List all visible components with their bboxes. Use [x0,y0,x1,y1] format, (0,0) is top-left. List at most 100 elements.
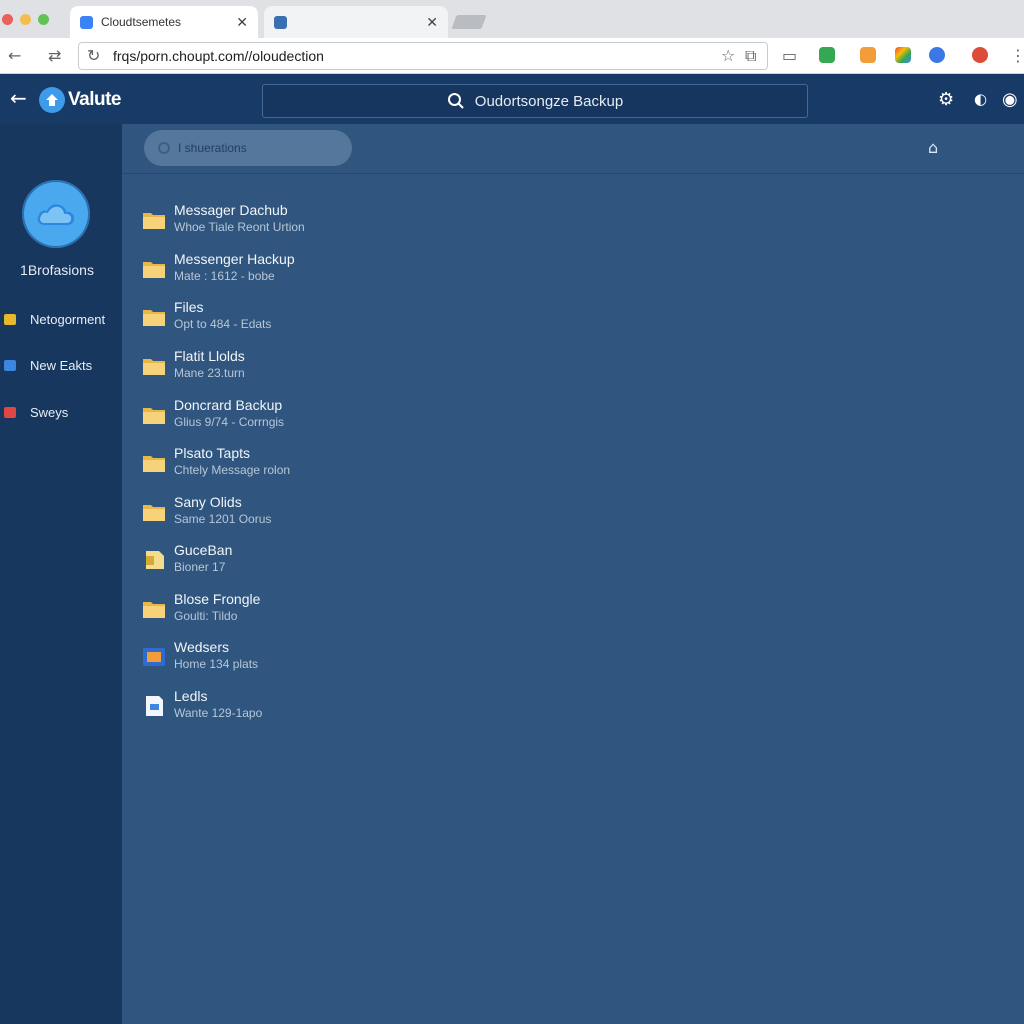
app-logo-icon [39,87,65,113]
address-bar-url: frqs/porn.choupt.com//oloudection [113,48,324,64]
file-meta: Chtely Message rolon [174,463,291,477]
blue-extension-icon[interactable] [929,47,945,63]
close-tab-icon[interactable]: ✕ [426,14,438,31]
sweys-icon [4,406,16,418]
file-row[interactable]: Plsato Tapts Chtely Message rolon [142,445,482,485]
folder-icon [143,602,165,618]
new-tab-button[interactable] [451,15,487,29]
address-bar[interactable]: ↻ frqs/porn.choupt.com//oloudection ☆ ⧉ [78,42,768,70]
filter-icon [158,142,170,154]
file-row[interactable]: Files Opt to 484 - Edats [142,299,482,339]
file-meta: Wante 129-1apo [174,706,263,720]
file-row[interactable]: Ledls Wante 129-1apo [142,688,482,728]
file-meta: Mate : 1612 - bobe [174,269,275,283]
app-search-bar[interactable]: Oudortsongze Backup [262,84,808,118]
site-favicon-icon [80,15,93,29]
file-name: GuceBan [174,542,233,558]
document-icon [146,551,164,569]
file-row[interactable]: Blose Frongle Goulti: Tildo [142,591,482,631]
netogorment-icon [4,313,16,325]
browser-tab-active[interactable]: Cloudtsemetes ✕ [70,6,258,38]
file-meta: Whoe Tiale Reont Urtion [174,220,305,234]
file-name: Doncrard Backup [174,397,283,413]
sidebar-title: 1Brofasions [20,262,94,278]
file-icon [146,696,163,716]
app-brand-name: Valute [68,89,121,110]
folder-icon [143,408,165,424]
folder-icon [143,310,165,326]
back-icon[interactable]: ← [8,46,21,65]
sidebar-item-label: Netogorment [30,311,106,327]
maximize-window-button[interactable] [38,14,49,25]
account-icon[interactable]: ◉ [1002,89,1018,110]
forward-icon[interactable]: ⇄ [48,46,61,65]
minimize-window-button[interactable] [20,14,31,25]
settings-gear-icon[interactable]: ⚙ [938,89,954,110]
green-extension-icon[interactable] [819,47,835,63]
file-meta: Home 134 plats [174,657,259,671]
file-row[interactable]: Flatit Llolds Mane 23.turn [142,348,482,388]
browser-tab[interactable]: ✕ [264,6,448,38]
sidebar-item-new-eakts[interactable]: New Eakts [4,354,122,376]
search-icon [447,93,464,109]
back-arrow-icon[interactable]: ← [10,86,27,110]
help-icon[interactable]: ◐ [974,90,987,108]
sidebar-item-sweys[interactable]: Sweys [4,401,122,423]
folder-icon [143,456,165,472]
browser-toolbar: ← ⇄ ↻ frqs/porn.choupt.com//oloudection … [0,38,1024,74]
file-name: Flatit Llolds [174,348,245,364]
file-row[interactable]: Messager Dachub Whoe Tiale Reont Urtion [142,202,482,242]
folder-icon [143,213,165,229]
main-content: I shuerations ⌂ Messager Dachub Whoe Tia… [122,124,1024,1024]
file-row[interactable]: Doncrard Backup Glius 9/74 - Corrngis [142,397,482,437]
app-header: ← Valute Oudortsongze Backup ⚙ ◐ ◉ [0,74,1024,124]
file-meta: Glius 9/74 - Corrngis [174,415,285,429]
file-name: Files [174,299,204,315]
file-row[interactable]: Wedsers Home 134 plats [142,639,482,679]
file-meta: Bioner 17 [174,560,226,574]
sidebar: 1Brofasions Netogorment New Eakts Sweys [0,124,122,1024]
reload-icon[interactable]: ↻ [87,46,100,65]
orange-extension-icon[interactable] [860,47,876,63]
cloud-icon [37,204,75,225]
file-row[interactable]: GuceBan Bioner 17 [142,542,482,582]
folder-icon [143,505,165,521]
extension-puzzle-icon[interactable]: ⧉ [745,46,756,66]
file-name: Messager Dachub [174,202,288,218]
file-meta: Same 1201 Oorus [174,512,272,526]
folder-icon [143,262,165,278]
bookmark-star-icon[interactable]: ☆ [721,46,735,65]
more-menu-icon[interactable]: ⋮ [1010,46,1024,65]
share-icon[interactable]: ⌂ [928,138,938,157]
folder-icon [143,359,165,375]
file-name: Blose Frongle [174,591,261,607]
sidebar-item-label: Sweys [30,404,69,420]
filter-pill-text: I shuerations [178,141,247,155]
file-name: Ledls [174,688,208,704]
file-name: Wedsers [174,639,229,655]
file-name: Messenger Hackup [174,251,295,267]
sidebar-item-netogorment[interactable]: Netogorment [4,308,122,330]
close-window-button[interactable] [2,14,13,25]
sidebar-item-label: New Eakts [30,357,93,373]
file-meta: Opt to 484 - Edats [174,317,272,331]
file-row[interactable]: Sany Olids Same 1201 Oorus [142,494,482,534]
file-name: Sany Olids [174,494,242,510]
app-icon [143,648,165,666]
pinwheel-extension-icon[interactable] [895,47,911,63]
cloud-avatar[interactable] [22,180,90,248]
red-extension-icon[interactable] [972,47,988,63]
tab-favicon-icon [274,15,287,29]
tab-title: Cloudtsemetes [101,15,182,29]
close-tab-icon[interactable]: ✕ [236,14,248,31]
search-query: Oudortsongze Backup [474,92,624,110]
file-name: Plsato Tapts [174,445,251,461]
browser-tab-bar: Cloudtsemetes ✕ ✕ [0,0,1024,38]
file-row[interactable]: Messenger Hackup Mate : 1612 - bobe [142,251,482,291]
main-toolbar: I shuerations ⌂ [122,124,1024,174]
file-meta: Mane 23.turn [174,366,245,380]
new-eakts-icon [4,359,16,371]
cast-icon[interactable]: ▭ [782,46,797,65]
filter-pill-input[interactable]: I shuerations [144,130,352,166]
file-meta: Goulti: Tildo [174,609,238,623]
